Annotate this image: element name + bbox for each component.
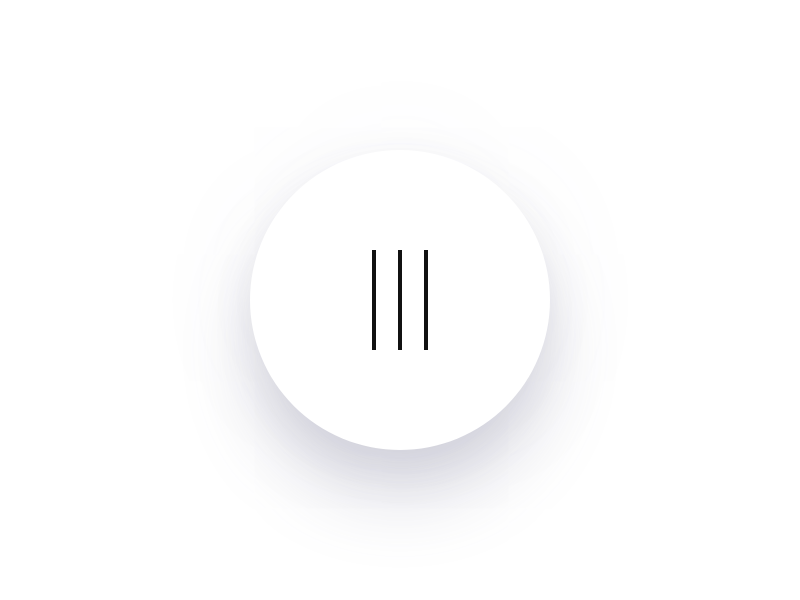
vertical-bars-menu-icon	[372, 250, 428, 350]
page-background	[0, 0, 800, 600]
menu-button[interactable]	[250, 150, 550, 450]
menu-bar-left	[372, 250, 376, 350]
menu-bar-middle	[398, 250, 402, 350]
menu-bar-right	[424, 250, 428, 350]
